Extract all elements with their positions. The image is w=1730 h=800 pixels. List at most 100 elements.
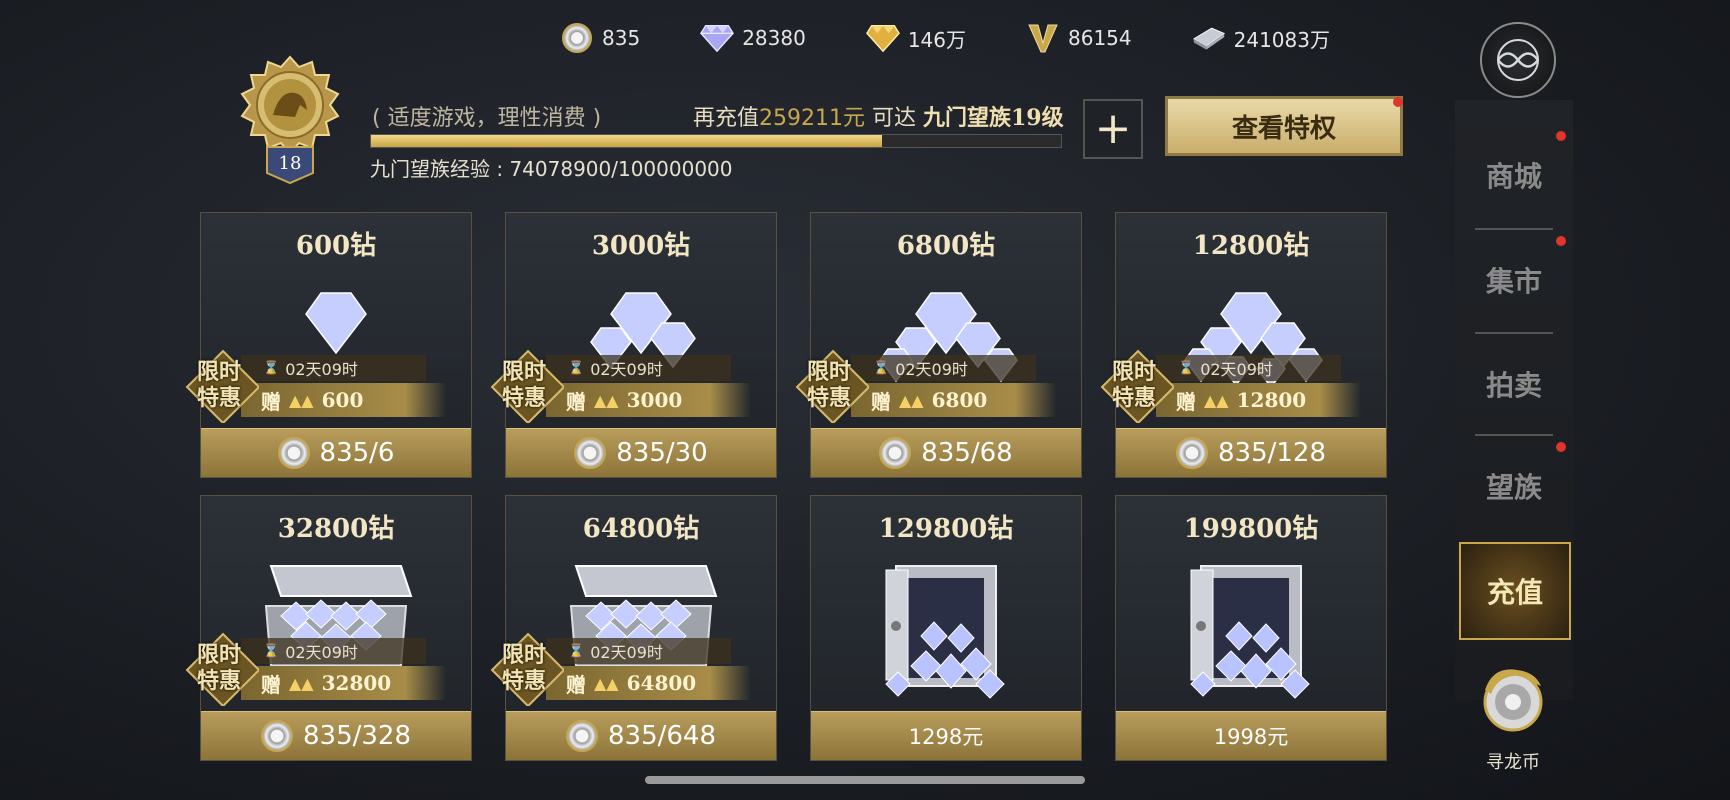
hourglass-icon: ⌛ [873, 360, 890, 376]
pack-price: 835/30 [616, 438, 708, 468]
limited-offer-banner: ⌛ 02天09时赠 ▲▲ 64800 限时 特惠 [486, 632, 751, 706]
sidebar-item-shop[interactable]: 商城 [1455, 125, 1573, 225]
diamond-pack-card[interactable]: 32800钻 ⌛ 02天09时赠 ▲▲ 32800 限时 特惠 835/328 [185, 495, 472, 761]
dragon-coin-icon [565, 720, 598, 752]
sidebar-item-recharge[interactable]: 充值 [1459, 542, 1571, 640]
pack-price-button[interactable]: 835/328 [201, 711, 471, 760]
v-point-icon [1026, 21, 1060, 55]
sidebar-item-label: 望族 [1485, 471, 1542, 504]
bonus-prefix: 赠 [871, 389, 891, 414]
sidebar-item-market[interactable]: 集市 [1455, 230, 1573, 330]
bonus-amount: 600 [321, 388, 364, 412]
hourglass-icon: ⌛ [568, 643, 585, 659]
tag-line: 特惠 [501, 385, 546, 411]
pack-price: 1998元 [1213, 725, 1289, 749]
timer-text: 02天09时 [285, 643, 358, 662]
pack-title: 600钻 [295, 231, 377, 261]
pack-title: 64800钻 [582, 514, 700, 544]
diamond-pile-icon [866, 556, 1026, 710]
currency-value: 86154 [1068, 26, 1132, 50]
bonus-amount: 32800 [321, 671, 392, 695]
offer-bonus: 赠 ▲▲ 600 [241, 383, 446, 417]
diamond-pack-card[interactable]: 600钻 ⌛ 02天09时赠 ▲▲ 600 限时 特惠 835/6 [185, 212, 472, 478]
diamond-icon [700, 21, 735, 55]
offer-bonus: 赠 ▲▲ 64800 [546, 666, 751, 700]
diamond-pack-card[interactable]: 199800钻 1998元 [1115, 495, 1387, 761]
menu-logo-button[interactable] [1480, 22, 1556, 98]
dragon-coin-icon [1483, 669, 1543, 732]
bonus-amount: 12800 [1236, 388, 1307, 412]
dragon-coin-icon [1175, 437, 1208, 469]
limited-offer-tag-text: 限时 特惠 [488, 359, 560, 411]
pack-price: 835/648 [607, 721, 716, 751]
diamond-pack-card[interactable]: 129800钻 1298元 [810, 495, 1082, 761]
pack-title: 129800钻 [878, 514, 1014, 544]
currency-value: 28380 [742, 26, 806, 50]
currency-bar: 835 28380 146万 86154 241083万 [560, 18, 1430, 58]
shop-notification-dot [1556, 131, 1566, 141]
sidebar-item-label: 商城 [1485, 160, 1542, 193]
pack-price-button[interactable]: 835/30 [506, 428, 776, 477]
currency-value: 241083万 [1233, 27, 1330, 52]
sidebar-item-auction[interactable]: 拍卖 [1455, 334, 1573, 434]
sidebar-item-label: 拍卖 [1485, 369, 1542, 402]
diamond-pack-card[interactable]: 6800钻 ⌛ 02天09时赠 ▲▲ 6800 限时 特惠 835/68 [795, 212, 1082, 478]
limited-offer-banner: ⌛ 02天09时赠 ▲▲ 600 限时 特惠 [181, 349, 446, 423]
sidebar-item-clan[interactable]: 望族 [1455, 436, 1573, 536]
currency-gold-diamond: 146万 [865, 21, 966, 55]
limited-offer-banner: ⌛ 02天09时赠 ▲▲ 12800 限时 特惠 [1096, 349, 1361, 423]
pack-price: 835/68 [921, 438, 1013, 468]
diamond-pack-card[interactable]: 12800钻 ⌛ 02天09时赠 ▲▲ 12800 限时 特惠 835/128 [1100, 212, 1387, 478]
pack-price: 1298元 [908, 725, 984, 749]
need-prefix: 再充值 [693, 106, 760, 131]
pack-price-button[interactable]: 1298元 [811, 711, 1081, 760]
home-indicator[interactable] [645, 776, 1085, 784]
diamond-pack-card[interactable]: 64800钻 ⌛ 02天09时赠 ▲▲ 64800 限时 特惠 835/648 [490, 495, 777, 761]
dragon-coin-icon [560, 21, 594, 55]
bonus-amount: 64800 [626, 671, 697, 695]
vip-level-badge[interactable]: 18 [235, 55, 345, 185]
recharge-plus-button[interactable]: + [1083, 99, 1143, 159]
gold-ingot-icon: ▲▲ [289, 673, 314, 693]
offer-timer: ⌛ 02天09时 [851, 355, 1036, 381]
tag-line: 限时 [1111, 359, 1156, 385]
currency-v-point: 86154 [1026, 21, 1132, 55]
pack-price-button[interactable]: 1998元 [1116, 711, 1386, 760]
currency-dragon-coin: 835 [560, 21, 640, 55]
tag-line: 特惠 [1111, 385, 1156, 411]
limited-offer-banner: ⌛ 02天09时赠 ▲▲ 6800 限时 特惠 [791, 349, 1056, 423]
dragon-coin-shortcut[interactable]: 寻龙币 [1468, 660, 1558, 774]
pack-price-button[interactable]: 835/648 [506, 711, 776, 760]
offer-bonus: 赠 ▲▲ 12800 [1156, 383, 1361, 417]
sidebar-item-label: 充值 [1486, 576, 1543, 609]
pack-price: 835/128 [1217, 438, 1326, 468]
tag-line: 特惠 [501, 668, 546, 694]
bonus-prefix: 赠 [1176, 389, 1196, 414]
pack-price-button[interactable]: 835/128 [1116, 428, 1386, 477]
pack-price: 835/328 [302, 721, 411, 751]
limited-offer-tag-text: 限时 特惠 [488, 642, 560, 694]
sidebar-nav: 商城 集市 拍卖 望族 充值 [1455, 100, 1573, 700]
dragon-coin-icon [277, 437, 310, 469]
moderation-hint: ( 适度游戏，理性消费 ) [372, 106, 602, 131]
pack-price-button[interactable]: 835/68 [811, 428, 1081, 477]
view-privileges-button[interactable]: 查看特权 [1165, 96, 1403, 156]
bonus-prefix: 赠 [261, 389, 281, 414]
gold-diamond-icon [865, 21, 900, 55]
pack-title: 12800钻 [1192, 231, 1310, 261]
silver-ingot-icon [1192, 21, 1226, 55]
limited-offer-tag-text: 限时 特惠 [793, 359, 865, 411]
timer-text: 02天09时 [590, 643, 663, 662]
market-notification-dot [1556, 236, 1566, 246]
pack-price-button[interactable]: 835/6 [201, 428, 471, 477]
bonus-prefix: 赠 [261, 672, 281, 697]
timer-text: 02天09时 [895, 360, 968, 379]
tag-line: 限时 [501, 642, 546, 668]
offer-timer: ⌛ 02天09时 [241, 355, 426, 381]
dragon-coin-icon [574, 437, 607, 469]
tag-line: 限时 [196, 642, 241, 668]
limited-offer-tag-text: 限时 特惠 [183, 642, 255, 694]
diamond-pack-card[interactable]: 3000钻 ⌛ 02天09时赠 ▲▲ 3000 限时 特惠 835/30 [490, 212, 777, 478]
vip-level-number: 18 [278, 153, 302, 174]
currency-diamond: 28380 [700, 21, 806, 55]
